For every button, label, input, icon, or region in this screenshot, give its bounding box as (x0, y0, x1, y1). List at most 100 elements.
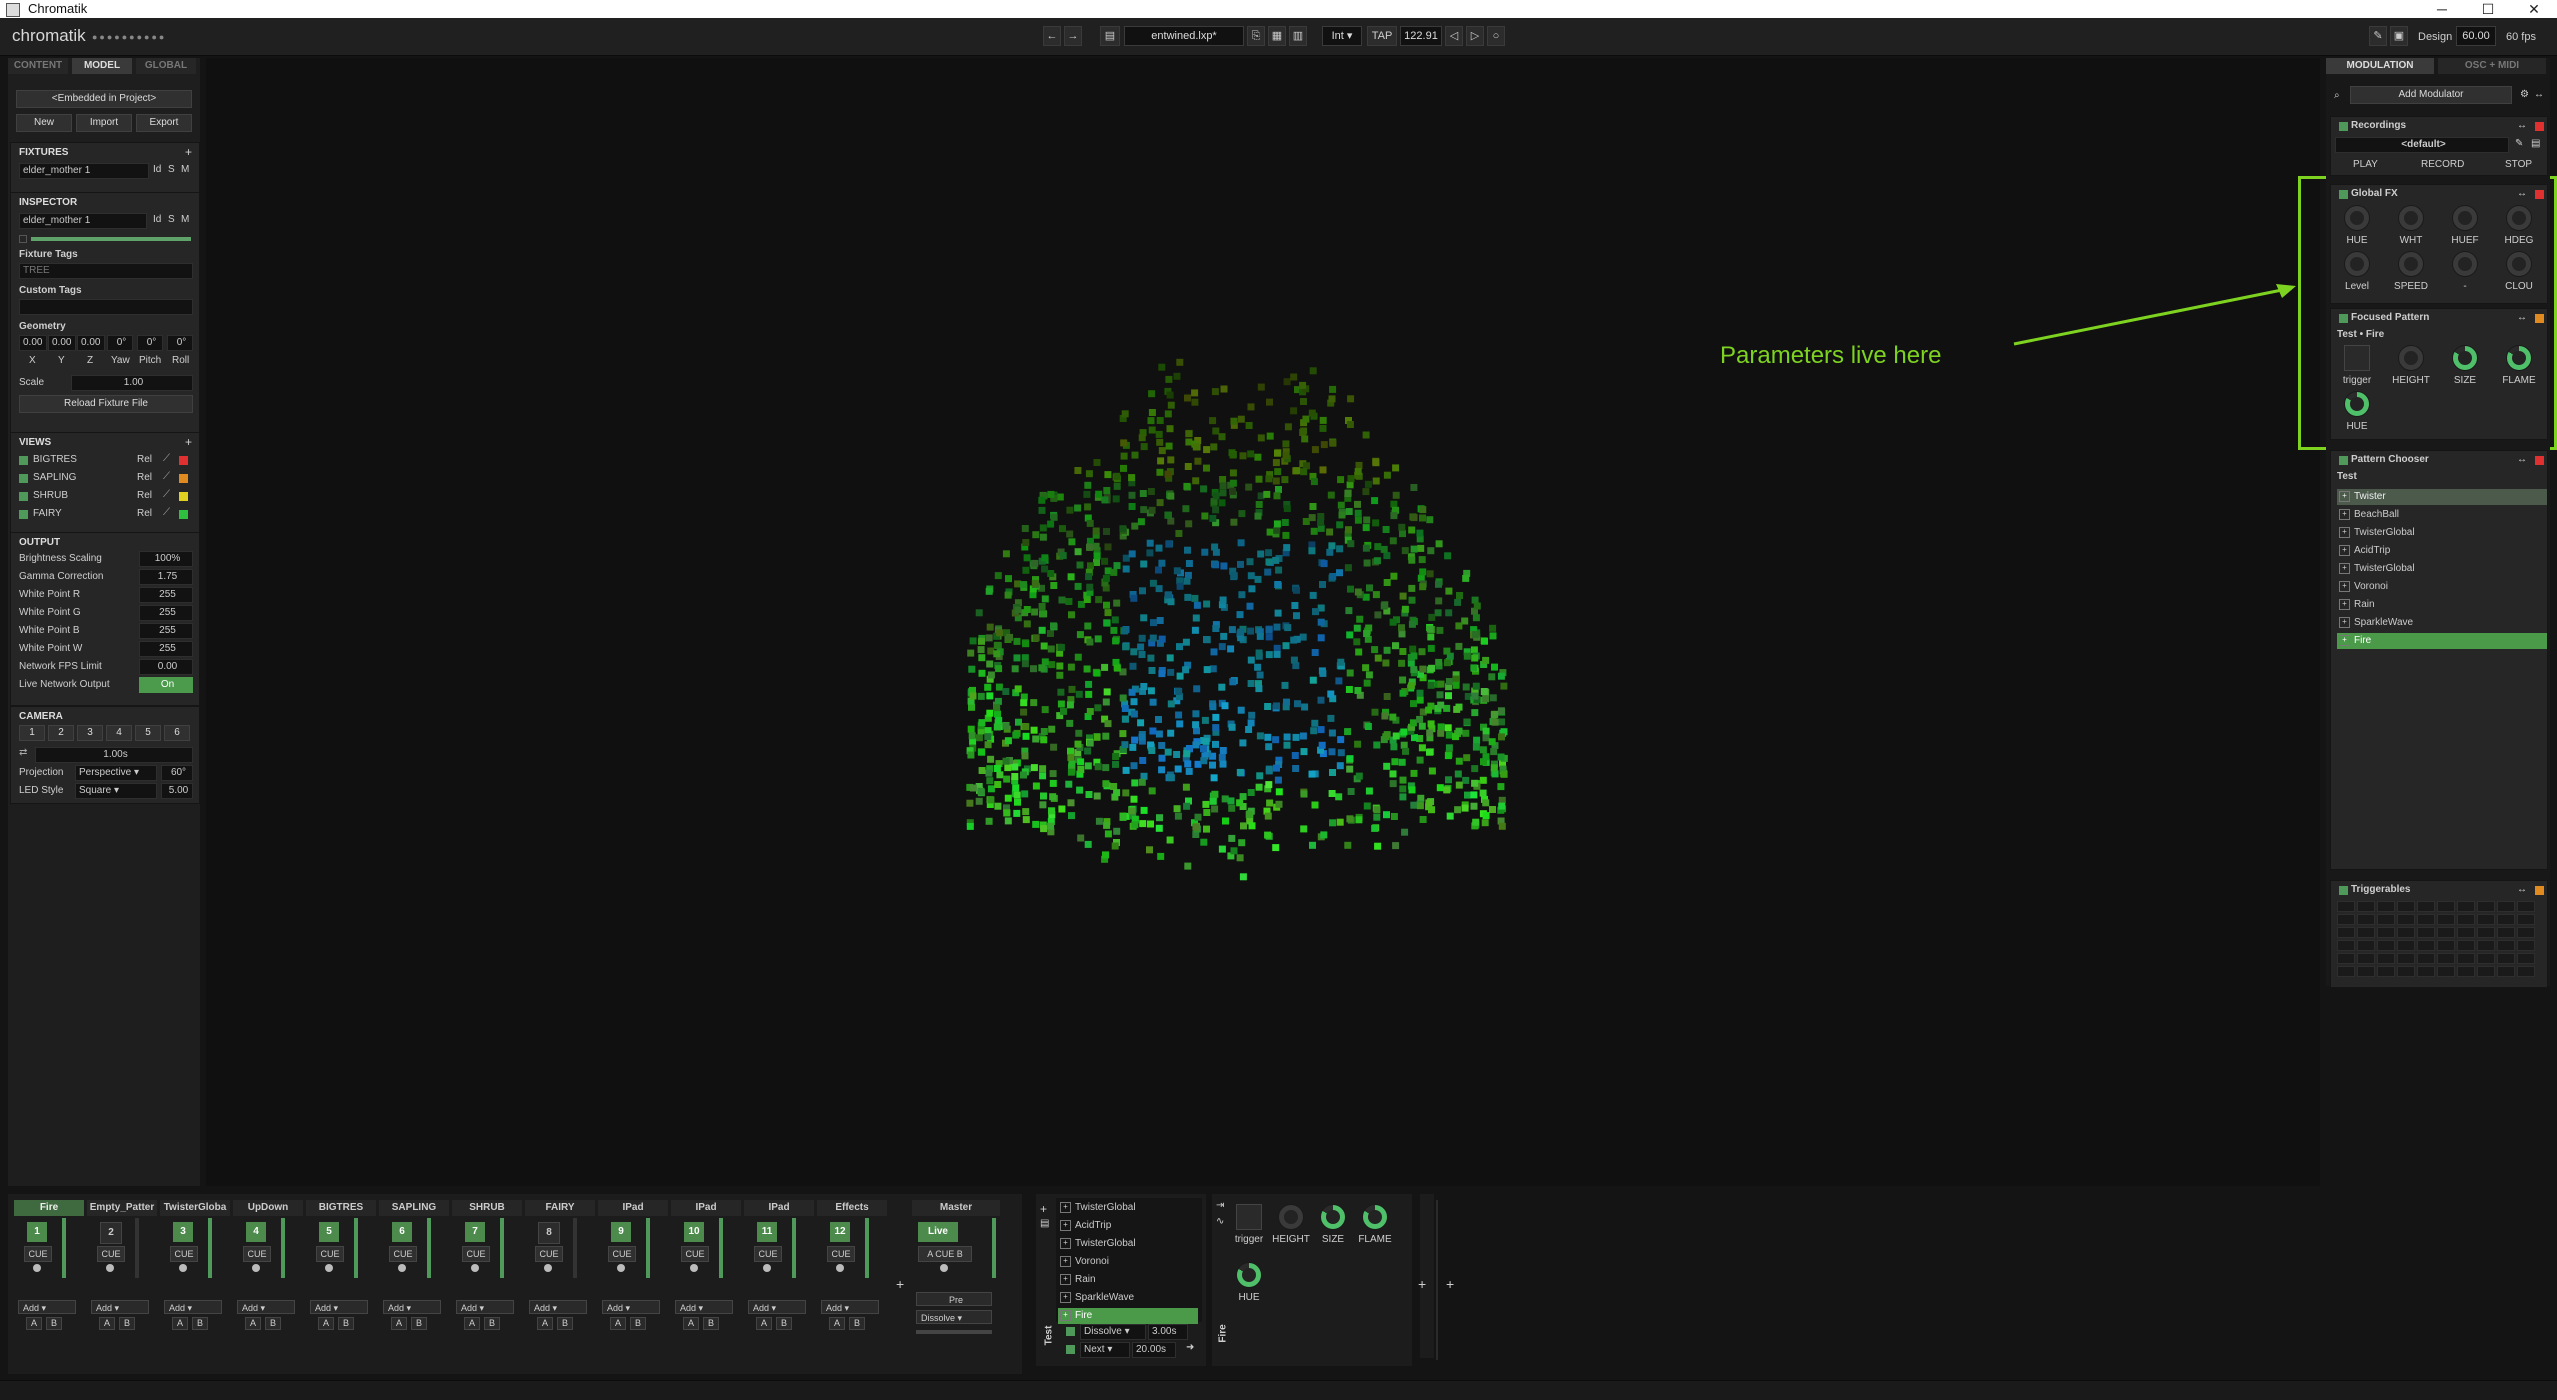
folder-icon[interactable]: ▥ (1289, 26, 1307, 46)
fixture-flag-id[interactable]: Id (153, 164, 161, 175)
tab-osc-midi[interactable]: OSC + MIDI (2438, 58, 2546, 74)
tab-global[interactable]: GLOBAL (136, 58, 196, 74)
trigger-cell[interactable] (2377, 966, 2395, 977)
channel-fader[interactable] (281, 1218, 285, 1278)
channel-a-button[interactable]: A (26, 1317, 42, 1330)
redo-icon[interactable]: → (1064, 26, 1082, 46)
clip-list-item[interactable]: + AcidTrip (1058, 1218, 1198, 1234)
camera-preset-button[interactable]: 6 (164, 725, 190, 741)
add-device-icon[interactable]: + (1418, 1276, 1426, 1292)
global-fx-enable-icon[interactable] (2339, 190, 2348, 199)
trigger-cell[interactable] (2377, 927, 2395, 938)
clip-list-item[interactable]: + SparkleWave (1058, 1290, 1198, 1306)
channel-blend-select[interactable]: Add ▾ (91, 1300, 149, 1314)
pattern-list-item[interactable]: + Twister (2337, 489, 2547, 505)
trigger-cell[interactable] (2397, 966, 2415, 977)
channel-b-button[interactable]: B (776, 1317, 792, 1330)
channel-name[interactable]: SHRUB (452, 1200, 522, 1216)
channel-b-button[interactable]: B (630, 1317, 646, 1330)
trigger-cell[interactable] (2437, 966, 2455, 977)
master-live-button[interactable]: Live (918, 1222, 958, 1242)
transition-select[interactable]: Dissolve ▾ (1080, 1324, 1146, 1340)
clip-list-item[interactable]: + Fire (1058, 1308, 1198, 1324)
trigger-cell[interactable] (2437, 901, 2455, 912)
trigger-button[interactable] (2344, 345, 2370, 371)
trigger-cell[interactable] (2437, 927, 2455, 938)
close-icon[interactable]: ✕ (2514, 0, 2554, 18)
expand-icon[interactable]: ↔ (2534, 89, 2544, 100)
channel-blend-select[interactable]: Add ▾ (529, 1300, 587, 1314)
minimize-icon[interactable]: ─ (2422, 0, 2462, 18)
brightness-slider[interactable] (31, 237, 191, 241)
clip-add-icon[interactable]: + (1040, 1202, 1047, 1216)
output-value-field[interactable]: 255 (139, 623, 193, 639)
geometry-yaw-field[interactable]: 0° (107, 335, 133, 351)
next-select[interactable]: Next ▾ (1080, 1342, 1130, 1358)
channel-fader[interactable] (792, 1218, 796, 1278)
trigger-cell[interactable] (2357, 966, 2375, 977)
transition-time-field[interactable]: 3.00s (1148, 1324, 1188, 1340)
triggerables-grid[interactable] (2337, 901, 2541, 983)
parameter-knob[interactable] (2344, 205, 2370, 231)
trigger-cell[interactable] (2397, 927, 2415, 938)
bpm-field[interactable]: 122.91 (1400, 26, 1442, 46)
fixture-tags-field[interactable]: TREE (19, 263, 193, 279)
master-pre-button[interactable]: Pre (916, 1292, 992, 1306)
trigger-cell[interactable] (2377, 953, 2395, 964)
channel-blend-select[interactable]: Add ▾ (383, 1300, 441, 1314)
channel-blend-select[interactable]: Add ▾ (164, 1300, 222, 1314)
device-knob[interactable] (1278, 1204, 1304, 1230)
trigger-cell[interactable] (2397, 953, 2415, 964)
play-button[interactable]: PLAY (2353, 159, 2378, 170)
tab-content[interactable]: CONTENT (8, 58, 68, 74)
channel-name[interactable]: SAPLING (379, 1200, 449, 1216)
trigger-cell[interactable] (2357, 901, 2375, 912)
channel-fader[interactable] (427, 1218, 431, 1278)
channel-number-button[interactable]: 9 (611, 1222, 631, 1242)
view-enable-icon[interactable] (19, 510, 28, 519)
output-value-field[interactable]: On (139, 677, 193, 693)
parameter-knob[interactable] (2452, 345, 2478, 371)
channel-number-button[interactable]: 10 (684, 1222, 704, 1242)
trigger-cell[interactable] (2517, 914, 2535, 925)
inspector-name-field[interactable]: elder_mother 1 (19, 213, 147, 229)
channel-a-button[interactable]: A (829, 1317, 845, 1330)
device-knob[interactable] (1236, 1262, 1262, 1288)
master-cue-ab[interactable]: A CUE B (918, 1246, 972, 1262)
tab-model[interactable]: MODEL (72, 58, 132, 74)
recordings-enable-icon[interactable] (2339, 122, 2348, 131)
trigger-cell[interactable] (2337, 940, 2355, 951)
geometry-pitch-field[interactable]: 0° (137, 335, 163, 351)
channel-fader[interactable] (62, 1218, 66, 1278)
parameter-knob[interactable] (2506, 251, 2532, 277)
trigger-cell[interactable] (2497, 966, 2515, 977)
channel-name[interactable]: TwisterGloba (160, 1200, 230, 1216)
pattern-expand-icon[interactable]: + (2339, 616, 2350, 628)
channel-name[interactable]: IPad (744, 1200, 814, 1216)
parameter-knob[interactable] (2452, 251, 2478, 277)
pattern-expand-icon[interactable]: + (2339, 580, 2350, 592)
recordings-default-field[interactable]: <default> (2335, 137, 2509, 153)
add-modulator-button[interactable]: Add Modulator (2350, 86, 2512, 104)
modulator-settings-icon[interactable]: ⚙ (2520, 89, 2529, 100)
channel-a-button[interactable]: A (756, 1317, 772, 1330)
pattern-expand-icon[interactable]: + (2339, 634, 2350, 646)
trigger-cell[interactable] (2337, 914, 2355, 925)
trigger-cell[interactable] (2417, 953, 2435, 964)
pattern-list-item[interactable]: + Fire (2337, 633, 2547, 649)
pattern-expand-icon[interactable]: + (2339, 544, 2350, 556)
inspector-flag-id[interactable]: Id (153, 214, 161, 225)
fov-field[interactable]: 60° (161, 765, 193, 781)
pattern-list-item[interactable]: + TwisterGlobal (2337, 561, 2547, 577)
parameter-knob[interactable] (2506, 205, 2532, 231)
view-edit-icon[interactable]: ⟋ (163, 489, 170, 500)
channel-b-button[interactable]: B (411, 1317, 427, 1330)
stop-button[interactable]: STOP (2505, 159, 2532, 170)
add-view-icon[interactable]: + (185, 435, 192, 449)
channel-b-button[interactable]: B (119, 1317, 135, 1330)
trigger-cell[interactable] (2517, 940, 2535, 951)
channel-b-button[interactable]: B (557, 1317, 573, 1330)
frame-rate-field[interactable]: 60.00 (2456, 26, 2496, 46)
pattern-list-item[interactable]: + AcidTrip (2337, 543, 2547, 559)
focused-pattern-expand-icon[interactable]: ↔ (2517, 312, 2527, 323)
